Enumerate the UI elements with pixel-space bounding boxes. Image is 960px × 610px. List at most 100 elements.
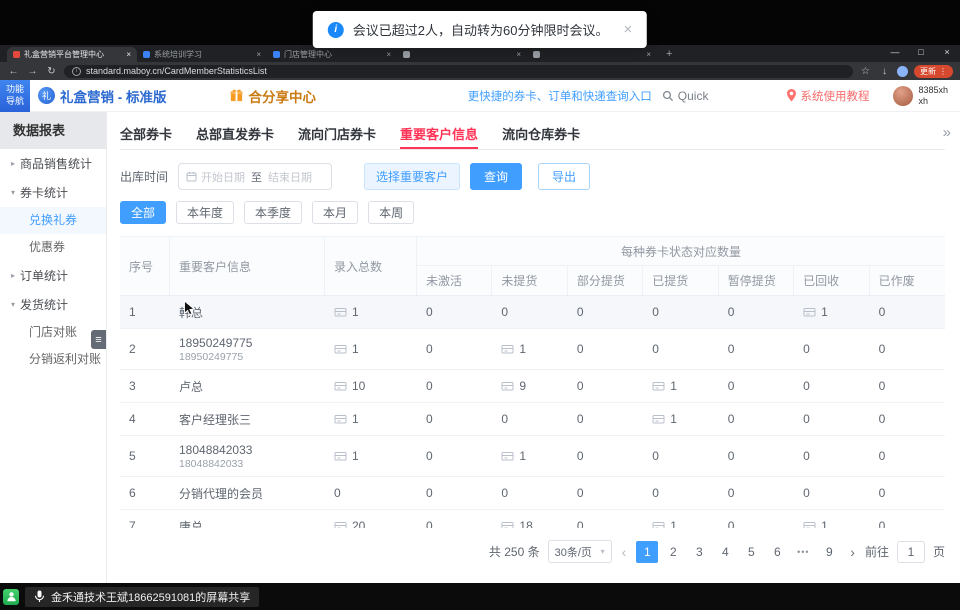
browser-tab[interactable]: 礼盒营销平台管理中心× [7, 47, 137, 62]
count-cell: 0 [719, 370, 794, 402]
tab-title: 系统培训学习 [154, 49, 252, 60]
content-tab[interactable]: 流向门店券卡 [298, 124, 376, 149]
tab-title: 门店管理中心 [284, 49, 382, 60]
count-value: 0 [577, 379, 584, 393]
select-customer-button[interactable]: 选择重要客户 [364, 163, 460, 190]
page-button[interactable]: 2 [662, 541, 684, 563]
table-row[interactable]: 2189502497751895024977510100000 [120, 329, 945, 370]
customer-name: 18950249775 [179, 336, 252, 350]
content-tab[interactable]: 全部券卡 [120, 124, 172, 149]
content-tab[interactable]: 流向仓库券卡 [502, 124, 580, 149]
browser-tab[interactable]: 系统培训学习 × [137, 47, 267, 62]
prev-page-button[interactable]: ‹ [620, 544, 629, 560]
count-cell: 0 [325, 477, 417, 509]
export-button[interactable]: 导出 [538, 163, 590, 190]
count-cell: 0 [643, 477, 718, 509]
quick-filter-button[interactable]: 本季度 [244, 201, 302, 224]
tutorial-label: 系统使用教程 [800, 88, 869, 104]
browser-tab[interactable]: × [527, 47, 657, 62]
count-cell: 1 [492, 436, 567, 476]
user-menu[interactable]: 8385xh xh [893, 85, 948, 106]
customer-name: 卢总 [179, 378, 203, 395]
menu-dots-icon[interactable]: ⋮ [939, 67, 947, 76]
share-center-link[interactable]: 合分享中心 [229, 86, 317, 106]
count-value: 0 [728, 342, 735, 356]
tab-close-icon[interactable]: × [646, 50, 651, 59]
table-row[interactable]: 3卢总100901000 [120, 370, 945, 403]
tab-close-icon[interactable]: × [126, 50, 131, 59]
tab-close-icon[interactable]: × [386, 50, 391, 59]
table-row[interactable]: 1韩总10000010 [120, 296, 945, 329]
page-button[interactable]: 9 [818, 541, 840, 563]
maximize-button[interactable]: □ [908, 47, 934, 57]
caret-right-icon: ▸ [11, 271, 15, 280]
sidebar-subitem[interactable]: 优惠券 [0, 234, 106, 261]
date-range-input[interactable]: 开始日期 至 结束日期 [178, 163, 332, 190]
page-button[interactable]: 5 [740, 541, 762, 563]
sidebar-subitem[interactable]: 分销返利对账 [0, 346, 106, 373]
screen: 礼盒营销平台管理中心×系统培训学习×门店管理中心××× + — □ × ← → … [0, 0, 960, 610]
customer-name: 唐总 [179, 518, 203, 529]
quick-entry-link[interactable]: 更快捷的券卡、订单和快递查询入口 [468, 88, 652, 104]
close-button[interactable]: × [934, 47, 960, 57]
panel-collapse-icon[interactable]: » [943, 124, 951, 141]
search-button[interactable]: 查询 [470, 163, 522, 190]
browser-tab[interactable]: 门店管理中心 × [267, 47, 397, 62]
sidebar-subitem[interactable]: 兑换礼券 [0, 207, 106, 234]
goto-page-input[interactable]: 1 [897, 541, 925, 563]
table-row[interactable]: 4客户经理张三10001000 [120, 403, 945, 436]
tutorial-link[interactable]: 系统使用教程 [786, 88, 869, 104]
reload-icon[interactable]: ↻ [45, 66, 58, 77]
count-value: 1 [519, 449, 526, 463]
customer-name: 分销代理的会员 [179, 485, 263, 502]
col-customer: 重要客户信息 [170, 237, 325, 295]
sidebar-collapse-handle[interactable]: ≡ [91, 330, 106, 349]
sidebar-item[interactable]: ▾券卡统计 [0, 178, 106, 207]
quick-filter-button[interactable]: 本周 [368, 201, 414, 224]
quick-search[interactable]: Quick [662, 89, 709, 103]
content-tab[interactable]: 总部直发券卡 [196, 124, 274, 149]
content-tab[interactable]: 重要客户信息 [400, 124, 478, 149]
site-info-icon[interactable]: i [72, 67, 81, 76]
quick-filter-button[interactable]: 本月 [312, 201, 358, 224]
customer-cell: 卢总 [170, 370, 325, 402]
sidebar-item[interactable]: ▸商品销售统计 [0, 149, 106, 178]
page-button[interactable]: 1 [636, 541, 658, 563]
address-bar[interactable]: i standard.maboy.cn/CardMemberStatistics… [64, 65, 853, 78]
tab-favicon [533, 51, 540, 58]
quick-filter-button[interactable]: 本年度 [176, 201, 234, 224]
forward-icon[interactable]: → [26, 66, 39, 77]
next-page-button[interactable]: › [848, 544, 857, 560]
toast-close-icon[interactable]: × [623, 21, 632, 38]
minimize-button[interactable]: — [882, 47, 908, 57]
quick-filter-button[interactable]: 全部 [120, 201, 166, 224]
page-button[interactable]: 4 [714, 541, 736, 563]
back-icon[interactable]: ← [7, 66, 20, 77]
new-tab-button[interactable]: + [657, 48, 681, 60]
table-row[interactable]: 5180488420331804884203310100000 [120, 436, 945, 477]
count-cell: 1 [325, 329, 417, 369]
function-nav-toggle[interactable]: 功能导航 [0, 80, 30, 112]
download-icon[interactable]: ↓ [878, 66, 891, 77]
page-size-select[interactable]: 30条/页 ▾ [548, 540, 612, 563]
browser-profile-avatar[interactable] [897, 66, 908, 77]
count-cell: 1 [643, 510, 718, 528]
page-button[interactable]: 3 [688, 541, 710, 563]
tab-favicon [273, 51, 280, 58]
sidebar-item[interactable]: ▸订单统计 [0, 261, 106, 290]
tab-close-icon[interactable]: × [256, 50, 261, 59]
col-status: 暂停提货 [719, 266, 794, 295]
page-ellipsis[interactable]: ••• [792, 541, 814, 563]
count-cell: 1 [325, 296, 417, 328]
count-cell: 0 [643, 436, 718, 476]
sidebar-item[interactable]: ▾发货统计 [0, 290, 106, 319]
browser-update-chip[interactable]: 更新 ⋮ [914, 65, 953, 78]
page-button[interactable]: 6 [766, 541, 788, 563]
browser-tab[interactable]: × [397, 47, 527, 62]
bookmark-icon[interactable]: ☆ [859, 66, 872, 77]
table-row[interactable]: 6分销代理的会员00000000 [120, 477, 945, 510]
table-row[interactable]: 7唐总2001801010 [120, 510, 945, 528]
count-value: 18 [519, 519, 532, 528]
quick-filter-row: 全部本年度本季度本月本周 [120, 201, 945, 224]
tab-close-icon[interactable]: × [516, 50, 521, 59]
